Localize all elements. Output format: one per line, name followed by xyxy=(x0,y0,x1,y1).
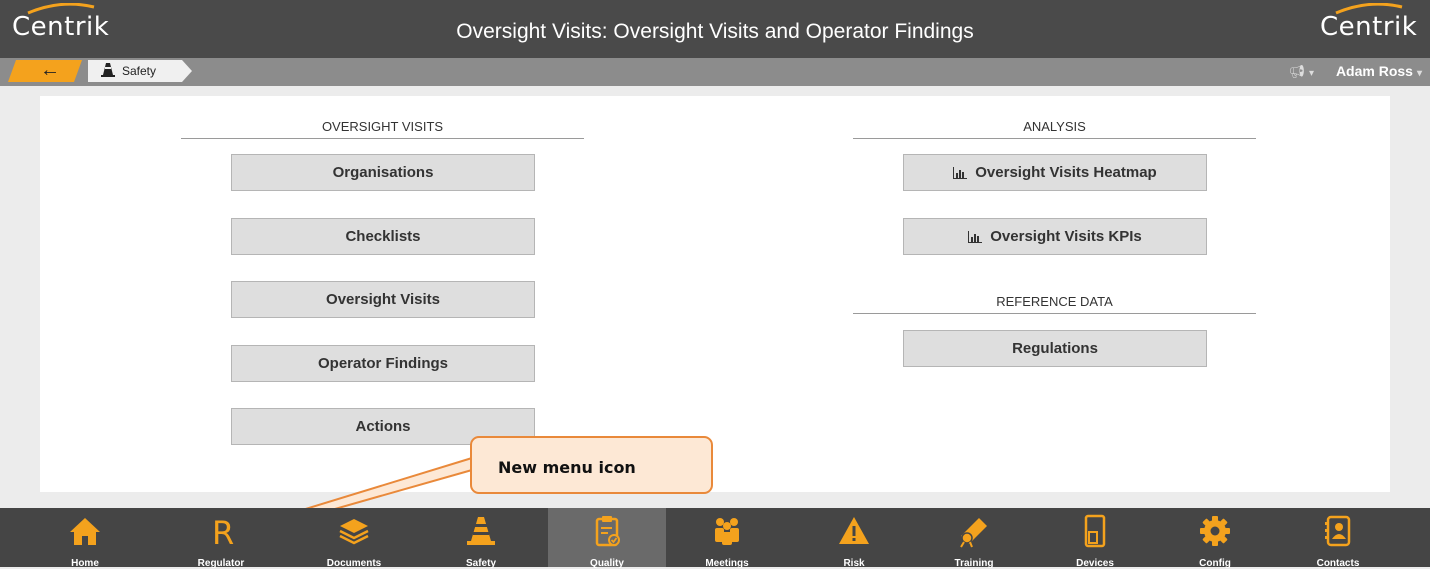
clipboard-check-icon xyxy=(595,516,620,547)
nav-item-devices[interactable]: Devices xyxy=(1050,508,1140,569)
nav-item-home[interactable]: Home xyxy=(40,508,130,569)
nav-label: Safety xyxy=(465,558,496,569)
nav-label: Risk xyxy=(843,558,865,569)
nav-label: Devices xyxy=(1076,558,1114,569)
nav-label: Config xyxy=(1199,558,1231,569)
nav-item-meetings[interactable]: Meetings xyxy=(682,508,772,569)
nav-item-safety[interactable]: Safety xyxy=(436,508,526,569)
nav-item-config[interactable]: Config xyxy=(1170,508,1260,569)
people-icon xyxy=(715,518,739,545)
callout-pointer xyxy=(249,457,473,533)
nav-item-quality[interactable]: Quality xyxy=(548,508,666,569)
nav-label: Regulator xyxy=(197,558,245,569)
nav-label: Quality xyxy=(590,558,624,569)
nav-label: Meetings xyxy=(705,558,749,569)
tablet-icon xyxy=(1084,514,1106,548)
annotation-callout: New menu icon xyxy=(470,436,713,494)
home-icon xyxy=(70,518,100,545)
bottom-nav: Home R Regulator Documents Safety Qualit… xyxy=(0,508,1430,569)
nav-item-risk[interactable]: Risk xyxy=(809,508,899,569)
callout-text: New menu icon xyxy=(498,458,636,477)
nav-label: Home xyxy=(71,558,99,569)
nav-label: Documents xyxy=(326,558,382,569)
contact-book-icon xyxy=(1325,515,1351,547)
warning-icon xyxy=(839,517,869,544)
svg-text:R: R xyxy=(212,514,234,548)
nav-item-regulator[interactable]: R Regulator xyxy=(176,508,266,569)
gear-icon xyxy=(1200,516,1230,546)
nav-label: Training xyxy=(954,558,994,569)
safety-cone-icon xyxy=(467,517,495,545)
diploma-icon xyxy=(960,518,987,548)
nav-label: Contacts xyxy=(1316,558,1360,569)
letter-r-icon: R xyxy=(212,514,234,548)
nav-item-training[interactable]: Training xyxy=(929,508,1019,569)
nav-item-contacts[interactable]: Contacts xyxy=(1293,508,1383,569)
layers-icon xyxy=(339,519,369,545)
nav-item-documents[interactable]: Documents xyxy=(309,508,399,569)
